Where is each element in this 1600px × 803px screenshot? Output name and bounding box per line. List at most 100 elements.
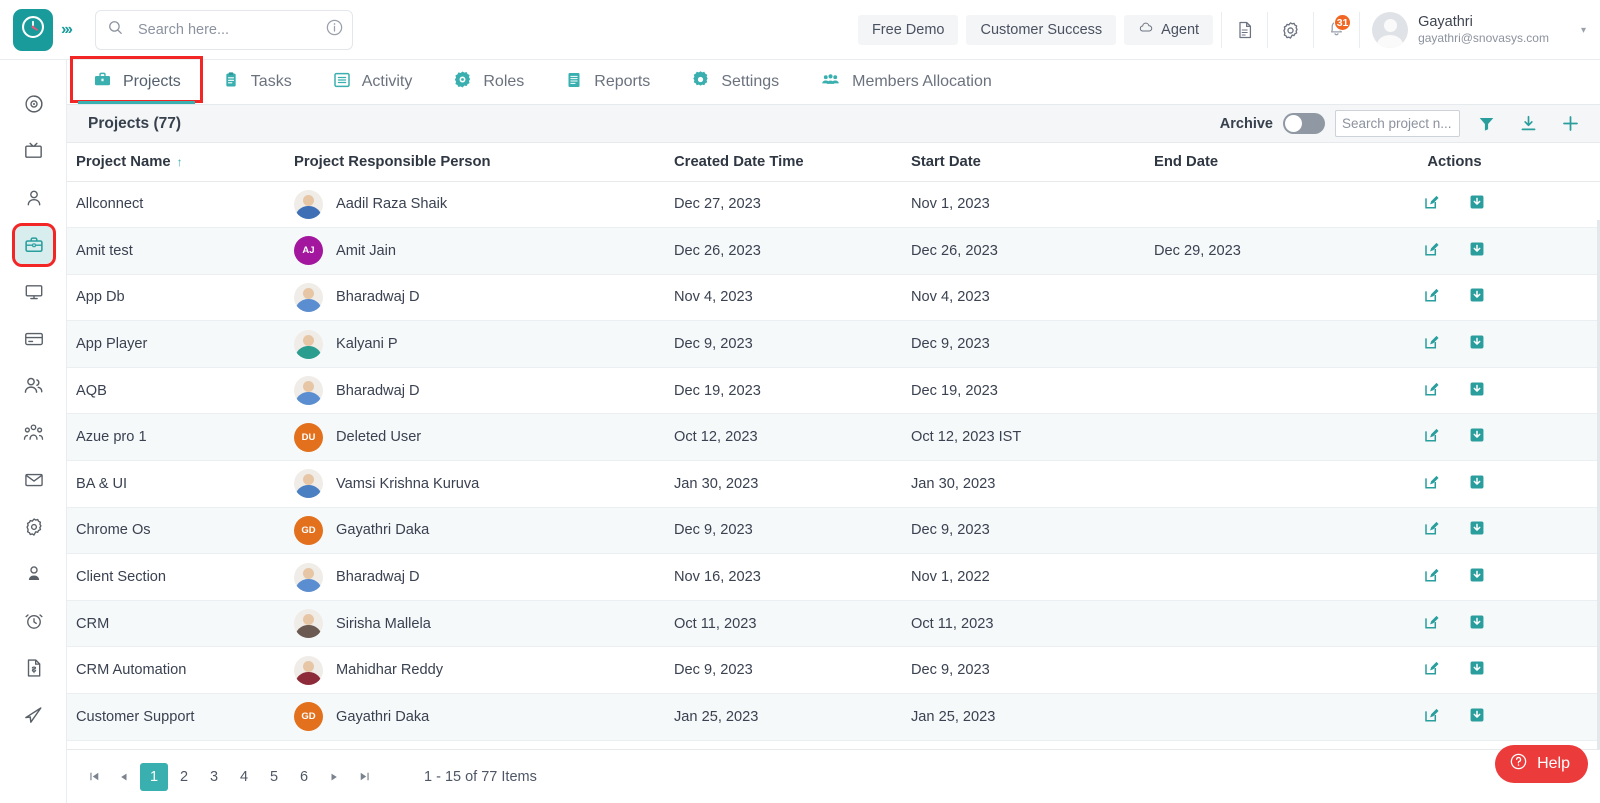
page-button-1[interactable]: 1 [140,762,168,791]
global-search[interactable] [94,9,353,50]
tab-roles[interactable]: Roles [432,60,544,104]
prev-page-button[interactable] [110,763,138,791]
download-icon[interactable] [1512,110,1544,138]
tab-members-allocation[interactable]: Members Allocation [799,60,1012,104]
last-page-button[interactable] [350,763,378,791]
page-button-5[interactable]: 5 [260,763,288,791]
free-demo-button[interactable]: Free Demo [857,15,959,45]
table-row[interactable]: App Player Kalyani P Dec 9, 2023 Dec 9, 202… [67,320,1600,368]
archive-box-icon[interactable] [1468,240,1486,258]
edit-pencil-icon[interactable] [1423,380,1441,398]
sidebar-item-send[interactable] [0,691,67,738]
table-row[interactable]: Customer Support GD Gayathri Daka Jan 25, 2… [67,693,1600,741]
cell-actions [1395,181,1600,229]
sidebar-item-timesheet[interactable] [0,597,67,644]
table-row[interactable]: App Db Bharadwaj D Nov 4, 2023 Nov 4, 2023 [67,274,1600,322]
archive-box-icon[interactable] [1468,519,1486,537]
avatar [294,655,323,685]
tab-activity[interactable]: Activity [312,60,433,104]
two-people-icon [22,374,45,397]
agent-button[interactable]: Agent [1124,15,1214,45]
help-button[interactable]: Help [1495,745,1588,783]
edit-pencil-icon[interactable] [1423,333,1441,351]
edit-pencil-icon[interactable] [1423,613,1441,631]
edit-pencil-icon[interactable] [1423,240,1441,258]
page-button-4[interactable]: 4 [230,763,258,791]
col-start-date[interactable]: Start Date [901,143,1144,182]
table-row[interactable]: Allconnect Aadil Raza Shaik Dec 27, 2023 No… [67,181,1600,229]
plus-icon[interactable] [1554,110,1586,138]
sidebar-item-payments[interactable] [0,315,67,362]
page-button-2[interactable]: 2 [170,763,198,791]
archive-box-icon[interactable] [1468,659,1486,677]
user-menu[interactable]: Gayathri gayathri@snovasys.com ▾ [1359,12,1592,48]
tab-label: Roles [483,73,525,90]
sidebar-item-groups[interactable] [0,409,67,456]
sidebar-item-invoices[interactable] [0,644,67,691]
edit-pencil-icon[interactable] [1423,659,1441,677]
sidebar-item-devices[interactable] [0,268,67,315]
table-row[interactable]: Azue pro 1 DU Deleted User Oct 12, 2023 Oct … [67,413,1600,462]
archive-box-icon[interactable] [1468,706,1486,724]
table-row[interactable]: BA & UI Vamsi Krishna Kuruva Jan 30, 2023 J… [67,460,1600,508]
table-header-row: Project Name ↑ Project Responsible Person… [67,143,1600,182]
project-search-input[interactable] [1335,110,1460,137]
archive-box-icon[interactable] [1468,613,1486,631]
col-created-date[interactable]: Created Date Time [664,143,901,182]
table-row[interactable]: CRM Sirisha Mallela Oct 11, 2023 Oct 11, 20… [67,600,1600,648]
table-row[interactable]: AQB Bharadwaj D Dec 19, 2023 Dec 19, 2023 [67,367,1600,415]
expand-chevrons-icon[interactable]: ››› [61,21,73,39]
first-page-button[interactable] [80,763,108,791]
sidebar-item-projects[interactable] [0,221,67,268]
app-logo[interactable] [13,8,53,51]
edit-pencil-icon[interactable] [1423,473,1441,491]
archive-box-icon[interactable] [1468,333,1486,351]
sidebar-item-contacts[interactable] [0,174,67,221]
funnel-filter-icon[interactable] [1470,110,1502,138]
col-end-date[interactable]: End Date [1144,143,1395,182]
archive-box-icon[interactable] [1468,193,1486,211]
col-responsible-person[interactable]: Project Responsible Person [284,143,664,182]
edit-pencil-icon[interactable] [1423,426,1441,444]
sidebar-item-mail[interactable] [0,456,67,503]
table-row[interactable]: Amit test AJ Amit Jain Dec 26, 2023 Dec 26, … [67,227,1600,275]
table-row[interactable]: CRM Automation Mahidhar Reddy Dec 9, 2023 D… [67,646,1600,695]
edit-pencil-icon[interactable] [1423,519,1441,537]
customer-success-button[interactable]: Customer Success [966,15,1117,45]
archive-box-icon[interactable] [1468,566,1486,584]
sidebar-item-profile[interactable] [0,550,67,597]
tab-label: Reports [594,73,651,90]
sidebar-item-dashboard[interactable] [0,80,67,127]
document-icon[interactable] [1221,12,1267,48]
table-row[interactable]: Client Section Bharadwaj D Nov 16, 2023 Nov… [67,553,1600,601]
archive-box-icon[interactable] [1468,380,1486,398]
archive-toggle[interactable] [1283,113,1325,134]
edit-pencil-icon[interactable] [1423,706,1441,724]
chevron-down-icon[interactable]: ▾ [1581,25,1586,36]
col-project-name[interactable]: Project Name ↑ [67,143,284,182]
tab-reports[interactable]: Reports [544,60,670,104]
tab-tasks[interactable]: Tasks [201,60,312,104]
sidebar-item-screens[interactable] [0,127,67,174]
sort-ascending-icon[interactable]: ↑ [177,155,183,169]
info-icon[interactable] [325,18,344,42]
notifications-button[interactable]: 31 [1313,12,1359,48]
sidebar-item-settings[interactable] [0,503,67,550]
edit-pencil-icon[interactable] [1423,566,1441,584]
page-button-3[interactable]: 3 [200,763,228,791]
table-row[interactable]: Chrome Os GD Gayathri Daka Dec 9, 2023 Dec 9… [67,507,1600,555]
tab-settings[interactable]: Settings [670,60,799,104]
sidebar-item-teams[interactable] [0,362,67,409]
next-page-button[interactable] [320,763,348,791]
archive-box-icon[interactable] [1468,473,1486,491]
gear-icon[interactable] [1267,12,1313,48]
tab-projects[interactable]: Projects [70,56,203,104]
cell-project-name: BA & UI [67,460,284,508]
archive-box-icon[interactable] [1468,286,1486,304]
page-button-6[interactable]: 6 [290,763,318,791]
archive-box-icon[interactable] [1468,426,1486,444]
search-input[interactable] [137,21,325,38]
edit-pencil-icon[interactable] [1423,193,1441,211]
edit-pencil-icon[interactable] [1423,286,1441,304]
cell-start-date: Jan 30, 2023 [901,460,1144,508]
